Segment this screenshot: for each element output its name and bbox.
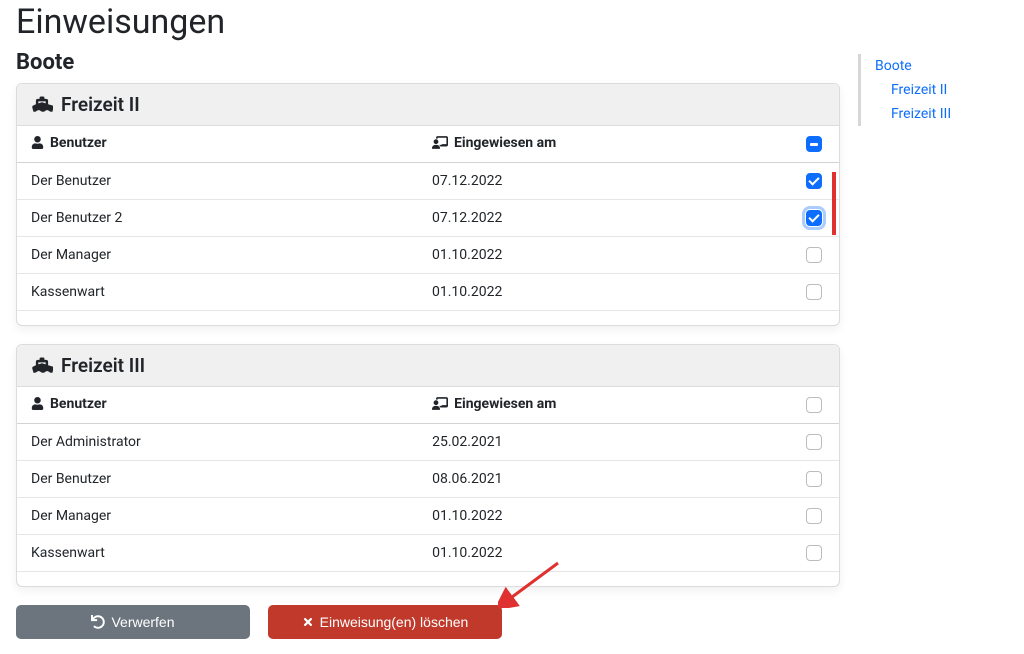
- sidenav-link-freizeit-ii[interactable]: Freizeit II: [875, 78, 951, 102]
- table-row: Der Benutzer 08.06.2021: [17, 461, 839, 498]
- column-user-label: Benutzer: [50, 135, 107, 151]
- boat-card-header: Freizeit II: [17, 84, 839, 126]
- ship-icon: [31, 95, 53, 115]
- main-content: Boote Freizeit II Benutzer: [16, 50, 840, 639]
- discard-button[interactable]: Verwerfen: [16, 605, 250, 639]
- row-checkbox[interactable]: [806, 434, 822, 450]
- table-header-row: Benutzer Eingewiesen am: [17, 387, 839, 424]
- page-title: Einweisungen: [16, 2, 1008, 42]
- ship-icon: [31, 356, 53, 376]
- cell-date: 01.10.2022: [418, 237, 788, 274]
- row-checkbox[interactable]: [806, 508, 822, 524]
- cell-user: Der Benutzer: [17, 461, 418, 498]
- column-date-label: Eingewiesen am: [454, 135, 556, 151]
- undo-icon: [91, 615, 105, 629]
- section-title: Boote: [16, 50, 840, 75]
- row-checkbox[interactable]: [806, 545, 822, 561]
- user-icon: [31, 397, 44, 410]
- table-row: Der Benutzer 2 07.12.2022: [17, 200, 839, 237]
- cell-date: 25.02.2021: [418, 424, 788, 461]
- boat-card-header: Freizeit III: [17, 345, 839, 387]
- close-icon: [302, 616, 314, 628]
- table-header-row: Benutzer Eingewiesen am: [17, 126, 839, 163]
- cell-user: Der Manager: [17, 498, 418, 535]
- table-row: Der Manager 01.10.2022: [17, 498, 839, 535]
- chalkboard-user-icon: [432, 397, 448, 410]
- change-indicator-bar: [832, 172, 836, 235]
- row-checkbox[interactable]: [806, 471, 822, 487]
- cell-date: 01.10.2022: [418, 274, 788, 311]
- column-user-label: Benutzer: [50, 396, 107, 412]
- cell-user: Der Benutzer 2: [17, 200, 418, 237]
- side-nav: Boote Freizeit II Freizeit III: [858, 54, 951, 126]
- table-row: Kassenwart 01.10.2022: [17, 274, 839, 311]
- row-checkbox[interactable]: [806, 247, 822, 263]
- sidenav-link-freizeit-iii[interactable]: Freizeit III: [875, 102, 951, 126]
- delete-button[interactable]: Einweisung(en) löschen: [268, 605, 502, 639]
- cell-user: Der Administrator: [17, 424, 418, 461]
- cell-user: Der Benutzer: [17, 163, 418, 200]
- action-bar: Verwerfen Einweisung(en) löschen: [16, 605, 840, 639]
- boat-card-freizeit-iii: Freizeit III Benutzer: [16, 344, 840, 587]
- select-all-checkbox[interactable]: [806, 136, 822, 152]
- cell-user: Kassenwart: [17, 535, 418, 572]
- column-date-label: Eingewiesen am: [454, 396, 556, 412]
- cell-user: Der Manager: [17, 237, 418, 274]
- sidenav-link-boote[interactable]: Boote: [875, 54, 951, 78]
- chalkboard-user-icon: [432, 136, 448, 149]
- cell-date: 01.10.2022: [418, 498, 788, 535]
- boat-name: Freizeit III: [61, 354, 145, 377]
- instructions-table: Benutzer Eingewiesen am: [17, 387, 839, 572]
- select-all-checkbox[interactable]: [806, 397, 822, 413]
- table-row: Der Benutzer 07.12.2022: [17, 163, 839, 200]
- boat-card-freizeit-ii: Freizeit II Benutzer: [16, 83, 840, 326]
- table-row: Kassenwart 01.10.2022: [17, 535, 839, 572]
- cell-date: 07.12.2022: [418, 200, 788, 237]
- table-row: Der Manager 01.10.2022: [17, 237, 839, 274]
- cell-date: 07.12.2022: [418, 163, 788, 200]
- boat-name: Freizeit II: [61, 93, 140, 116]
- cell-user: Kassenwart: [17, 274, 418, 311]
- cell-date: 08.06.2021: [418, 461, 788, 498]
- cell-date: 01.10.2022: [418, 535, 788, 572]
- user-icon: [31, 136, 44, 149]
- instructions-table: Benutzer Eingewiesen am: [17, 126, 839, 311]
- table-row: Der Administrator 25.02.2021: [17, 424, 839, 461]
- row-checkbox[interactable]: [806, 210, 822, 226]
- row-checkbox[interactable]: [806, 173, 822, 189]
- discard-button-label: Verwerfen: [111, 614, 174, 630]
- row-checkbox[interactable]: [806, 284, 822, 300]
- delete-button-label: Einweisung(en) löschen: [320, 614, 469, 630]
